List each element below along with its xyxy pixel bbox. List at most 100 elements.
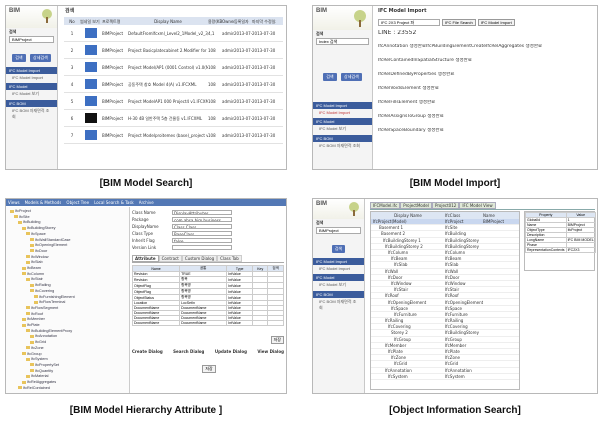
form-input[interactable]	[172, 245, 232, 250]
tree-node[interactable]: IfcZone	[26, 346, 44, 350]
model-thumbnail[interactable]	[85, 62, 97, 72]
save-button[interactable]: 저장	[270, 336, 284, 344]
tree-node[interactable]: IfcPlate	[22, 323, 40, 327]
subtab-custom-dialog[interactable]: Custom Dialog	[181, 255, 218, 262]
form-input[interactable]: DisplayAttributes	[172, 210, 232, 215]
project-select[interactable]: BIMProject	[9, 36, 54, 43]
subtab-attribute[interactable]: Attribute	[132, 255, 159, 262]
display-name[interactable]: Project Modelproitemes (base)_project v1…	[128, 133, 208, 138]
nav-ifc-bom[interactable]: IFC BOM	[313, 291, 364, 298]
table-row[interactable]: 4 BIMProject 공동주택 창호 Model 4(A) v1.IFCXML 1…	[64, 76, 283, 93]
search-button[interactable]: 검색	[323, 73, 337, 81]
tab-ifcmodel[interactable]: IFCModel.ifc	[370, 202, 401, 209]
subtab-contract[interactable]: Contract	[158, 255, 182, 262]
tree-node[interactable]: IfcBuildingStorey	[22, 226, 56, 230]
tab-models[interactable]: Models & Methods	[25, 200, 62, 205]
model-thumbnail[interactable]	[85, 45, 97, 55]
tab-views[interactable]: Views	[8, 200, 20, 205]
tree-node[interactable]: IfcFlowTerminal	[34, 300, 65, 304]
advanced-search-button[interactable]: 상세검색	[341, 73, 362, 81]
file-path-input[interactable]: IFC 2X3 Project 파	[378, 19, 440, 26]
table-row[interactable]: DocumentName DocumentName IntValue	[131, 320, 284, 326]
tree-node[interactable]: IfcWallStandardCase	[30, 238, 71, 242]
nav-item-bom[interactable]: IFC BOM 자재면적 조회	[6, 107, 57, 121]
table-row[interactable]: 5 BIMProject Project ModelAP1 000 Project4…	[64, 93, 283, 110]
tree-node[interactable]: IfcMember	[22, 317, 45, 321]
tab-project012[interactable]: Project012	[431, 202, 460, 209]
table-row[interactable]: 3 BIMProject Project Model/AP1 (0001 Contr…	[64, 59, 283, 76]
display-name[interactable]: DefaultFromIfcxml_Level2_1Model_v2_3_0.I…	[128, 31, 208, 36]
table-row[interactable]: 1 BIMProject DefaultFromIfcxml_Level2_1Mod…	[64, 25, 283, 42]
bottom-save-button[interactable]: 저장	[202, 365, 216, 373]
nav-item-import[interactable]: IFC Model Import	[313, 265, 364, 272]
nav-ifc-bom[interactable]: IFC BOM	[313, 135, 372, 142]
nav-ifc-model-import[interactable]: IFC Model Import	[6, 67, 57, 74]
display-name[interactable]: Project ModelAP1 000 Project4 v1.IFCXML	[128, 99, 208, 104]
form-input[interactable]: BaseClass	[172, 231, 232, 236]
tree-node[interactable]: IfcSystem	[26, 357, 48, 361]
tree-node[interactable]: IfcBuildingElementProxy	[26, 329, 72, 333]
create-dialog-button[interactable]: Create Dialog	[132, 349, 163, 354]
update-dialog-button[interactable]: Update Dialog	[215, 349, 247, 354]
search-dialog-button[interactable]: Search Dialog	[173, 349, 204, 354]
display-name[interactable]: Project Basicplatecabinet 2.Modifier for…	[128, 48, 208, 53]
nav-item-import[interactable]: IFC Model Import	[313, 109, 372, 116]
tree-node[interactable]: IfcFurnishingElement	[34, 295, 75, 299]
tree-row[interactable]: IfcSystem IfcSystem	[371, 374, 519, 380]
project-select[interactable]: BIMProject	[316, 227, 361, 234]
property-row[interactable]: RepresentationContexts IFC2X3	[525, 247, 596, 253]
tree-node[interactable]: IfcOpeningElement	[30, 243, 67, 247]
model-thumbnail[interactable]	[85, 96, 97, 106]
search-button[interactable]: 검색	[12, 54, 26, 62]
tree-node[interactable]: IfcStair	[26, 277, 43, 281]
tree-node[interactable]: IfcCovering	[30, 289, 54, 293]
display-name[interactable]: 공동주택 창호 Model 4(A) v1.IFCXML	[128, 82, 208, 87]
tree-node[interactable]: IfcQuantity	[30, 369, 53, 373]
display-name[interactable]: Project Model/AP1 (0001 Control) v1.0(MA…	[128, 65, 208, 70]
ifc-file-search-button[interactable]: IFC File Search	[442, 19, 476, 26]
tree-node[interactable]: IfcDoor	[30, 249, 47, 253]
model-thumbnail[interactable]	[85, 79, 97, 89]
nav-ifc-model[interactable]: IFC Model	[6, 83, 57, 90]
model-thumbnail[interactable]	[85, 113, 97, 123]
search-button[interactable]: 검색	[331, 245, 346, 253]
nav-ifc-model[interactable]: IFC Model	[313, 118, 372, 125]
nav-item-bom[interactable]: IFC BOM 자재면적 조회	[313, 298, 364, 312]
table-row[interactable]: 6 BIMProject H-30 4B 일반주택 5층 건물동 v1.IFCXML…	[64, 110, 283, 127]
tab-object-tree[interactable]: Object Tree	[66, 200, 89, 205]
tree-node[interactable]: IfcBuilding	[18, 220, 41, 224]
tree-node[interactable]: IfcGrid	[30, 340, 46, 344]
tree-node[interactable]: IfcRelContained	[18, 386, 50, 390]
nav-ifc-bom[interactable]: IFC BOM	[6, 100, 57, 107]
tree-node[interactable]: IfcProject	[10, 209, 31, 213]
view-dialog-button[interactable]: View Dialog	[257, 349, 284, 354]
nav-ifc-model-import[interactable]: IFC Model Import	[313, 258, 364, 265]
nav-ifc-model-import[interactable]: IFC Model Import	[313, 102, 372, 109]
tree-node[interactable]: IfcSite	[14, 215, 30, 219]
tree-node[interactable]: IfcAnnotation	[30, 334, 57, 338]
tree-node[interactable]: IfcRoof	[26, 312, 43, 316]
form-input[interactable]: false	[172, 238, 232, 243]
tree-node[interactable]: IfcPropertySet	[30, 363, 59, 367]
advanced-search-button[interactable]: 상세검색	[30, 54, 51, 62]
tab-projectmodel[interactable]: ProjectModel	[400, 202, 432, 209]
nav-item-bom[interactable]: IFC BOM 자재면적 조회	[313, 142, 372, 150]
model-thumbnail[interactable]	[85, 130, 97, 140]
table-row[interactable]: 2 BIMProject Project Basicplatecabinet 2.M…	[64, 42, 283, 59]
form-input[interactable]: Class Class	[172, 224, 232, 229]
table-row[interactable]: 7 BIMProject Project Modelproitemes (base)…	[64, 127, 283, 144]
nav-item-view[interactable]: IFC Model 보기	[6, 90, 57, 98]
subtab-class-tab[interactable]: Class Tab	[217, 255, 242, 262]
tree-node[interactable]: IfcWindow	[26, 255, 49, 259]
nav-ifc-model[interactable]: IFC Model	[313, 274, 364, 281]
tab-local-search[interactable]: Local Search & Task	[94, 200, 134, 205]
ifc-model-import-button[interactable]: IFC Model Import	[477, 19, 515, 26]
tree-node[interactable]: IfcColumn	[22, 272, 44, 276]
form-input[interactable]: com.ahsa.bim.business	[172, 217, 232, 222]
tree-node[interactable]: IfcRelAggregates	[22, 380, 56, 384]
tree-node[interactable]: IfcBeam	[22, 266, 41, 270]
model-thumbnail[interactable]	[85, 28, 97, 38]
tree-node[interactable]: IfcSlab	[26, 260, 43, 264]
index-select[interactable]: Index 검색	[316, 38, 369, 45]
tree-node[interactable]: IfcRailing	[30, 283, 51, 287]
